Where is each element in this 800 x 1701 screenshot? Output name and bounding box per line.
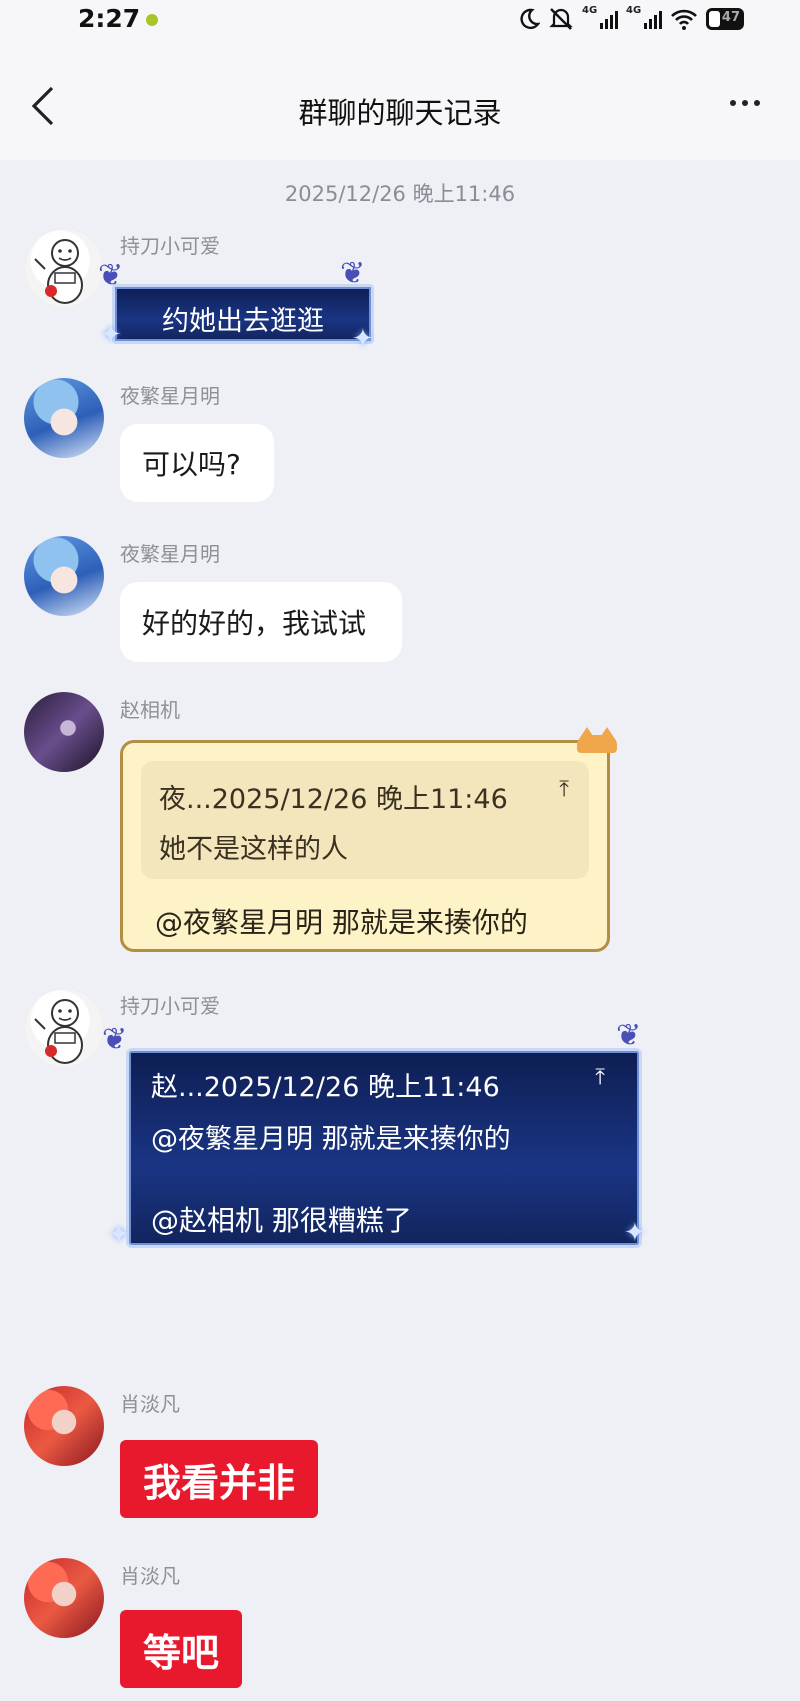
quote-text: @夜繁星月明 那就是来揍你的	[151, 1124, 511, 1155]
chat-message: 赵相机 夜...2025/12/26 晚上11:46 ⤒ 她不是这样的人 @夜繁…	[24, 692, 784, 972]
sparkle-icon: ✦	[108, 1220, 130, 1250]
sender-name: 肖淡凡	[120, 1392, 180, 1416]
more-dot-icon	[730, 100, 736, 106]
sender-name: 肖淡凡	[120, 1564, 180, 1588]
sticker-message[interactable]: 我看并非	[120, 1440, 318, 1518]
message-text: 好的好的，我试试	[142, 607, 367, 640]
sender-name: 持刀小可爱	[120, 994, 220, 1018]
page-title: 群聊的聊天记录	[298, 96, 502, 130]
signal-icon: 4G	[582, 5, 618, 29]
avatar[interactable]	[24, 692, 104, 772]
message-bubble[interactable]: 约她出去逛逛	[112, 284, 374, 344]
jump-up-arrow-icon[interactable]: ⤒	[595, 1065, 605, 1090]
battery-level: 47	[721, 10, 740, 25]
sparkle-icon: ✦	[352, 324, 374, 354]
avatar[interactable]	[24, 228, 104, 308]
quote-text: 她不是这样的人	[159, 834, 348, 865]
chat-message: 夜繁星月明 可以吗?	[24, 378, 784, 508]
quote-header: 赵...2025/12/26 晚上11:46	[151, 1072, 500, 1103]
avatar[interactable]	[24, 378, 104, 458]
message-text: @赵相机 那很糟糕了	[151, 1204, 412, 1237]
chat-message: 肖淡凡 我看并非	[24, 1386, 784, 1526]
moon-icon	[520, 8, 540, 30]
wing-decoration-icon: ❦	[616, 1018, 642, 1053]
signal-icon-2: 4G	[626, 5, 662, 29]
chat-message: 夜繁星月明 好的好的，我试试	[24, 536, 784, 666]
wing-decoration-icon: ❦	[102, 1022, 128, 1057]
more-dot-icon	[742, 100, 748, 106]
avatar[interactable]	[24, 1386, 104, 1466]
chat-message: 持刀小可爱 约她出去逛逛 ❦ ❦ ✦ ✦	[24, 228, 784, 358]
chat-timestamp: 2025/12/26 晚上11:46	[284, 182, 516, 206]
jump-up-arrow-icon[interactable]: ⤒	[559, 777, 569, 802]
status-bar: 2:27 4G 4G 47	[0, 0, 800, 42]
message-text: 可以吗?	[142, 448, 241, 481]
chat-message: 肖淡凡 等吧	[24, 1558, 784, 1701]
message-bubble[interactable]: 可以吗?	[120, 424, 274, 502]
quote-header: 夜...2025/12/26 晚上11:46	[159, 784, 508, 815]
more-options-button[interactable]	[720, 88, 770, 118]
more-dot-icon	[754, 100, 760, 106]
avatar[interactable]	[24, 1558, 104, 1638]
message-text: 我看并非	[142, 1460, 295, 1505]
cat-decoration-icon	[573, 727, 617, 753]
sender-name: 夜繁星月明	[120, 384, 220, 408]
message-bubble[interactable]: 赵...2025/12/26 晚上11:46 ⤒ @夜繁星月明 那就是来揍你的 …	[126, 1048, 642, 1248]
message-text: 约她出去逛逛	[162, 306, 324, 337]
chat-header: 群聊的聊天记录	[0, 60, 800, 160]
sender-name: 夜繁星月明	[120, 542, 220, 566]
quoted-message[interactable]: 夜...2025/12/26 晚上11:46 ⤒ 她不是这样的人	[141, 761, 589, 879]
chat-message: 持刀小可爱 赵...2025/12/26 晚上11:46 ⤒ @夜繁星月明 那就…	[24, 988, 784, 1278]
wing-decoration-icon: ❦	[98, 258, 124, 293]
message-text: 等吧	[142, 1630, 219, 1675]
battery-icon: 47	[706, 8, 744, 30]
sticker-message[interactable]: 等吧	[120, 1610, 242, 1688]
top-bar: 2:27 4G 4G 47 群聊的聊天记录	[0, 0, 800, 160]
wing-decoration-icon: ❦	[340, 256, 366, 291]
sparkle-icon: ✦	[624, 1218, 646, 1248]
message-text: @夜繁星月明 那就是来揍你的	[155, 906, 528, 939]
snowman-avatar-icon	[34, 239, 83, 304]
sender-name: 持刀小可爱	[120, 234, 220, 258]
sparkle-icon: ✦	[100, 320, 122, 350]
avatar[interactable]	[24, 988, 104, 1068]
message-bubble[interactable]: 好的好的，我试试	[120, 582, 402, 662]
message-bubble[interactable]: 夜...2025/12/26 晚上11:46 ⤒ 她不是这样的人 @夜繁星月明 …	[120, 727, 617, 952]
notification-dot-icon	[146, 14, 158, 26]
sender-name: 赵相机	[120, 698, 180, 722]
snowman-avatar-icon	[34, 999, 83, 1064]
status-time: 2:27	[78, 4, 141, 33]
avatar[interactable]	[24, 536, 104, 616]
wifi-icon	[671, 9, 697, 30]
status-icons: 4G 4G 47	[518, 4, 744, 34]
mute-bell-icon	[549, 8, 573, 30]
